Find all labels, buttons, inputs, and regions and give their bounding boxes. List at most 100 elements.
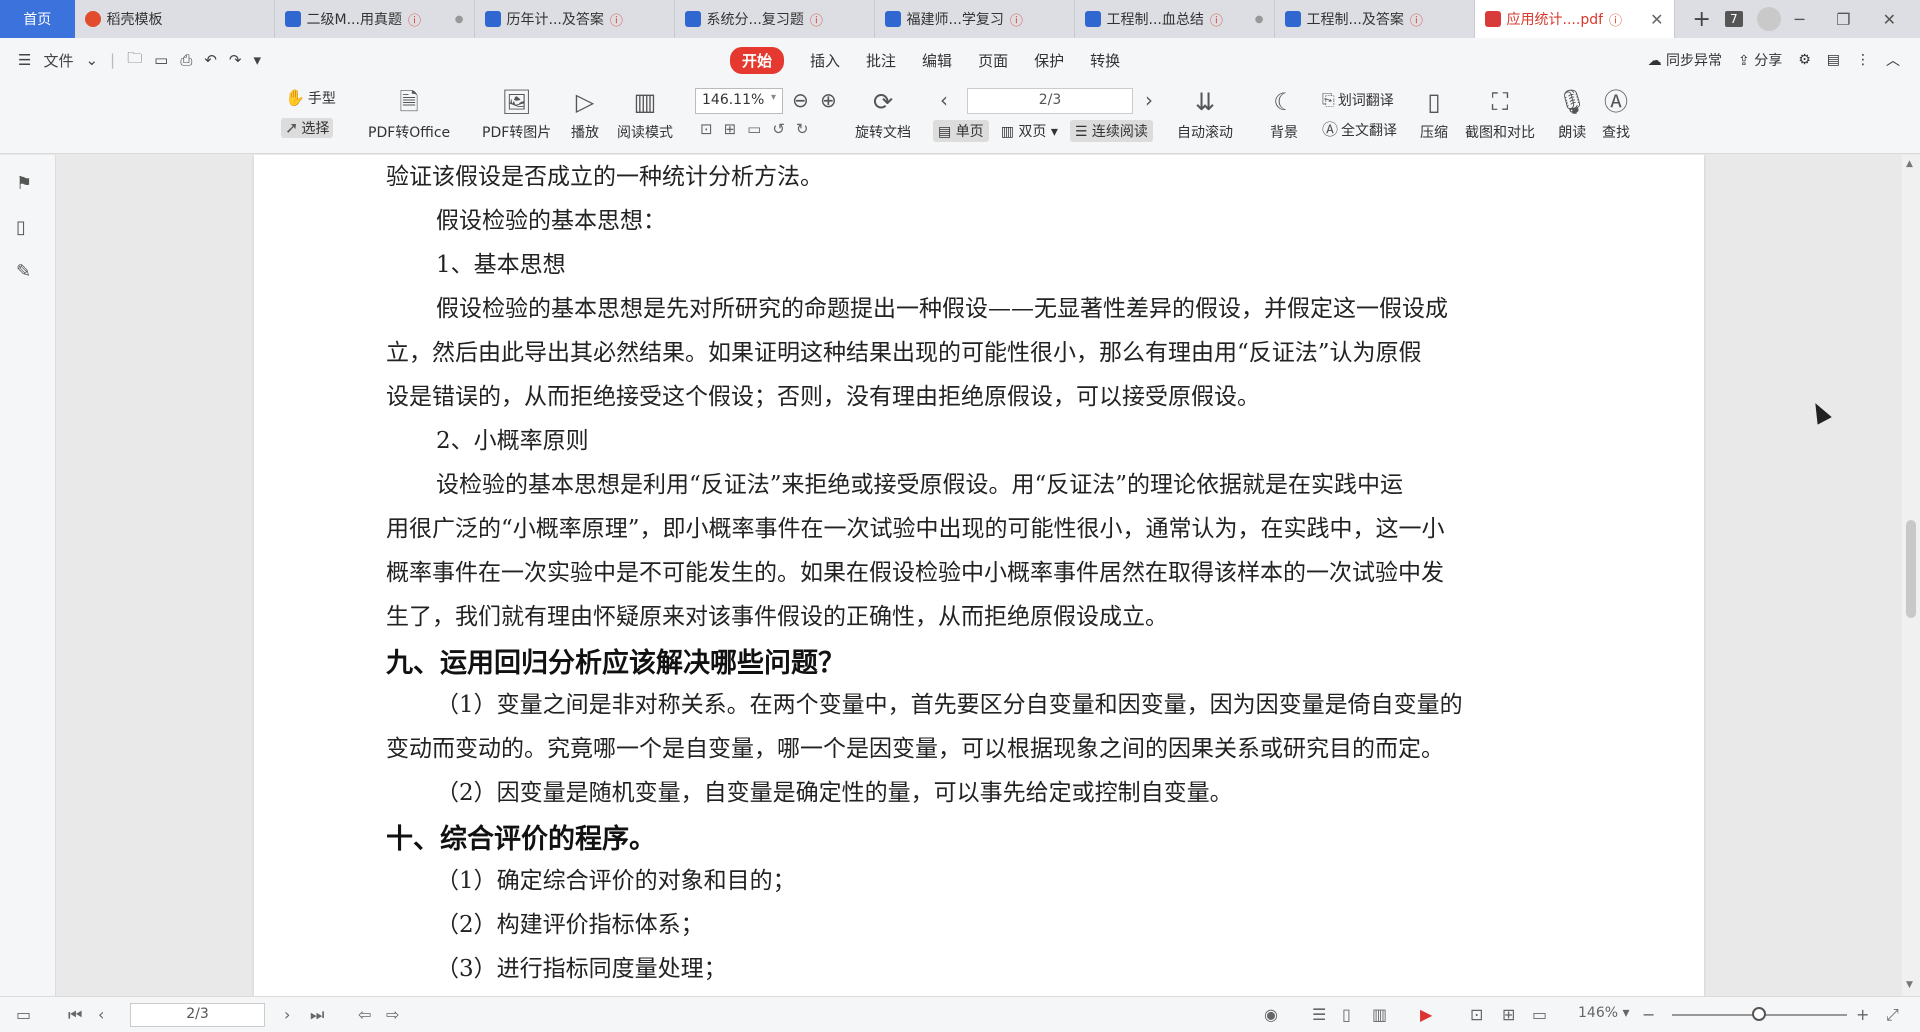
- undo-icon[interactable]: ↶: [204, 51, 217, 69]
- ribbon-tab[interactable]: 页面: [978, 50, 1008, 71]
- eye-protect-icon[interactable]: ◉: [1264, 1005, 1278, 1024]
- fullscreen-icon[interactable]: ⤢: [1886, 1005, 1899, 1025]
- autoscroll-button[interactable]: ⇊ 自动滚动: [1177, 86, 1233, 142]
- background-button[interactable]: ☾ 背景: [1270, 86, 1298, 142]
- find-button[interactable]: Ⓐ 查找: [1602, 86, 1630, 142]
- actual-size-icon[interactable]: ⊡: [1470, 1005, 1483, 1024]
- sync-status[interactable]: ☁ 同步异常: [1648, 50, 1722, 70]
- ribbon-tab[interactable]: 转换: [1090, 50, 1120, 71]
- zoom-in-icon[interactable]: ⊕: [820, 88, 837, 112]
- select-tool[interactable]: ➚ 选择: [281, 118, 334, 138]
- screenshot-compare-button[interactable]: ⛶ 截图和对比: [1465, 86, 1535, 142]
- prev-page-icon[interactable]: ‹: [940, 88, 948, 112]
- file-menu[interactable]: 文件: [43, 50, 73, 71]
- play-button[interactable]: ▷ 播放: [571, 86, 599, 142]
- ribbon-tab[interactable]: 开始: [730, 46, 785, 74]
- read-mode-button[interactable]: ▥ 阅读模式: [617, 86, 673, 142]
- continuous-view-icon[interactable]: ☰: [1312, 1005, 1326, 1024]
- ribbon-tab[interactable]: 保护: [1034, 50, 1064, 71]
- settings-icon[interactable]: ⚙: [1798, 52, 1811, 68]
- page-number-input[interactable]: 2/3: [967, 88, 1133, 114]
- pdf-to-image-button[interactable]: 🖼 PDF转图片: [482, 86, 551, 142]
- read-aloud-button[interactable]: 🎙 朗读: [1557, 86, 1587, 142]
- scroll-down-icon[interactable]: ▼: [1906, 980, 1913, 990]
- zoom-input[interactable]: 146.11% ▾: [695, 88, 783, 114]
- fit-width-icon[interactable]: ▭: [1532, 1005, 1547, 1024]
- document-tab[interactable]: 二级M...用真题 ⓘ ●: [275, 0, 475, 38]
- double-view-icon[interactable]: ▥: [1372, 1005, 1387, 1024]
- continuous-read-button[interactable]: ☰ 连续阅读: [1069, 120, 1153, 142]
- status-page-input[interactable]: 2/3: [130, 1003, 265, 1027]
- rotate-left-icon[interactable]: ↺: [772, 120, 785, 138]
- close-icon[interactable]: ✕: [1883, 10, 1896, 29]
- share-button[interactable]: ⇪ 分享: [1738, 50, 1782, 70]
- document-tab[interactable]: 历年计...及答案 ⓘ: [475, 0, 675, 38]
- open-folder-icon[interactable]: 🗀: [127, 48, 142, 73]
- collapse-ribbon-icon[interactable]: ︿: [1886, 50, 1900, 70]
- fit-width-icon[interactable]: ▭: [747, 120, 761, 138]
- zoom-in-icon[interactable]: +: [1856, 1005, 1869, 1024]
- hand-tool[interactable]: ✋ 手型: [285, 88, 336, 108]
- ribbon-tab[interactable]: 批注: [866, 50, 896, 71]
- chevron-down-icon[interactable]: ▾: [771, 92, 776, 103]
- sidebar-toggle-icon[interactable]: ▭: [16, 1005, 31, 1024]
- scroll-up-icon[interactable]: ▲: [1906, 159, 1913, 169]
- warning-icon: ⓘ: [609, 13, 623, 29]
- rotate-document-button[interactable]: ⟳ 旋转文档: [855, 86, 911, 142]
- zoom-out-icon[interactable]: −: [1642, 1005, 1655, 1024]
- document-tab[interactable]: 福建师...学复习 ⓘ: [875, 0, 1075, 38]
- save-icon[interactable]: ▭: [154, 51, 168, 69]
- avatar[interactable]: [1756, 7, 1781, 31]
- tab-count-badge[interactable]: 7: [1724, 11, 1743, 27]
- fit-page-icon[interactable]: ⊞: [1502, 1005, 1515, 1024]
- single-page-button[interactable]: ▤ 单页: [933, 120, 989, 142]
- restore-icon[interactable]: ❐: [1836, 10, 1850, 29]
- new-tab-icon[interactable]: +: [1693, 7, 1711, 32]
- close-tab-icon[interactable]: ✕: [1650, 10, 1663, 29]
- minimize-icon[interactable]: ─: [1795, 10, 1805, 29]
- rotate-right-icon[interactable]: ↻: [796, 120, 809, 138]
- more-icon[interactable]: ⋮: [1856, 52, 1870, 68]
- full-translate-button[interactable]: Ⓐ 全文翻译: [1322, 120, 1397, 140]
- status-zoom[interactable]: 146% ▾: [1578, 1005, 1630, 1021]
- next-page-icon[interactable]: ›: [284, 1005, 290, 1024]
- scrollbar-thumb[interactable]: [1906, 520, 1916, 618]
- prev-page-icon[interactable]: ‹: [98, 1005, 104, 1024]
- ribbon-tab[interactable]: 编辑: [922, 50, 952, 71]
- tab-home[interactable]: 首页: [0, 0, 75, 38]
- document-tab[interactable]: 应用统计....pdf ⓘ ✕: [1474, 0, 1675, 38]
- bookmark-icon[interactable]: ⚑: [16, 173, 32, 194]
- customize-icon[interactable]: ▾: [253, 51, 261, 69]
- hamburger-icon[interactable]: ☰: [18, 51, 31, 69]
- forward-icon[interactable]: ⇨: [386, 1005, 399, 1024]
- back-icon[interactable]: ⇦: [358, 1005, 371, 1024]
- vertical-scrollbar[interactable]: ▲ ▼: [1902, 155, 1920, 996]
- document-tab[interactable]: 系统分...复习题 ⓘ: [675, 0, 875, 38]
- document-tab[interactable]: 工程制...血总结 ⓘ ●: [1075, 0, 1275, 38]
- next-page-icon[interactable]: ›: [1145, 88, 1153, 112]
- actual-size-icon[interactable]: ⊡: [700, 120, 713, 138]
- zoom-out-icon[interactable]: ⊖: [792, 88, 809, 112]
- last-page-icon[interactable]: ⏭: [310, 1005, 324, 1025]
- pdf-to-office-button[interactable]: 🗎 PDF转Office: [368, 86, 450, 142]
- thumbnail-icon[interactable]: ▯: [16, 217, 26, 238]
- double-page-button[interactable]: ▥ 双页 ▾: [1001, 121, 1058, 141]
- pdf-icon: [1484, 11, 1501, 27]
- zoom-slider-knob[interactable]: [1752, 1007, 1766, 1021]
- annotation-icon[interactable]: ✎: [16, 261, 31, 282]
- redo-icon[interactable]: ↷: [229, 51, 242, 69]
- comment-icon[interactable]: ▤: [1827, 52, 1840, 68]
- word-translate-button[interactable]: ⎘ 划词翻译: [1322, 90, 1394, 110]
- compress-button[interactable]: ▯ 压缩: [1420, 86, 1448, 142]
- chevron-down-icon[interactable]: ⌄: [85, 51, 98, 69]
- zoom-value: 146.11%: [702, 92, 765, 108]
- document-tab[interactable]: 工程制...及答案 ⓘ: [1275, 0, 1475, 38]
- first-page-icon[interactable]: ⏮: [68, 1005, 82, 1025]
- tab-label: 工程制...血总结: [1106, 12, 1204, 28]
- print-icon[interactable]: ⎙: [180, 51, 192, 69]
- document-tab[interactable]: 稻壳模板: [75, 0, 275, 38]
- play-icon[interactable]: ▶: [1420, 1005, 1432, 1024]
- fit-page-icon[interactable]: ⊞: [724, 120, 737, 138]
- single-view-icon[interactable]: ▯: [1342, 1005, 1351, 1024]
- ribbon-tab[interactable]: 插入: [810, 50, 840, 71]
